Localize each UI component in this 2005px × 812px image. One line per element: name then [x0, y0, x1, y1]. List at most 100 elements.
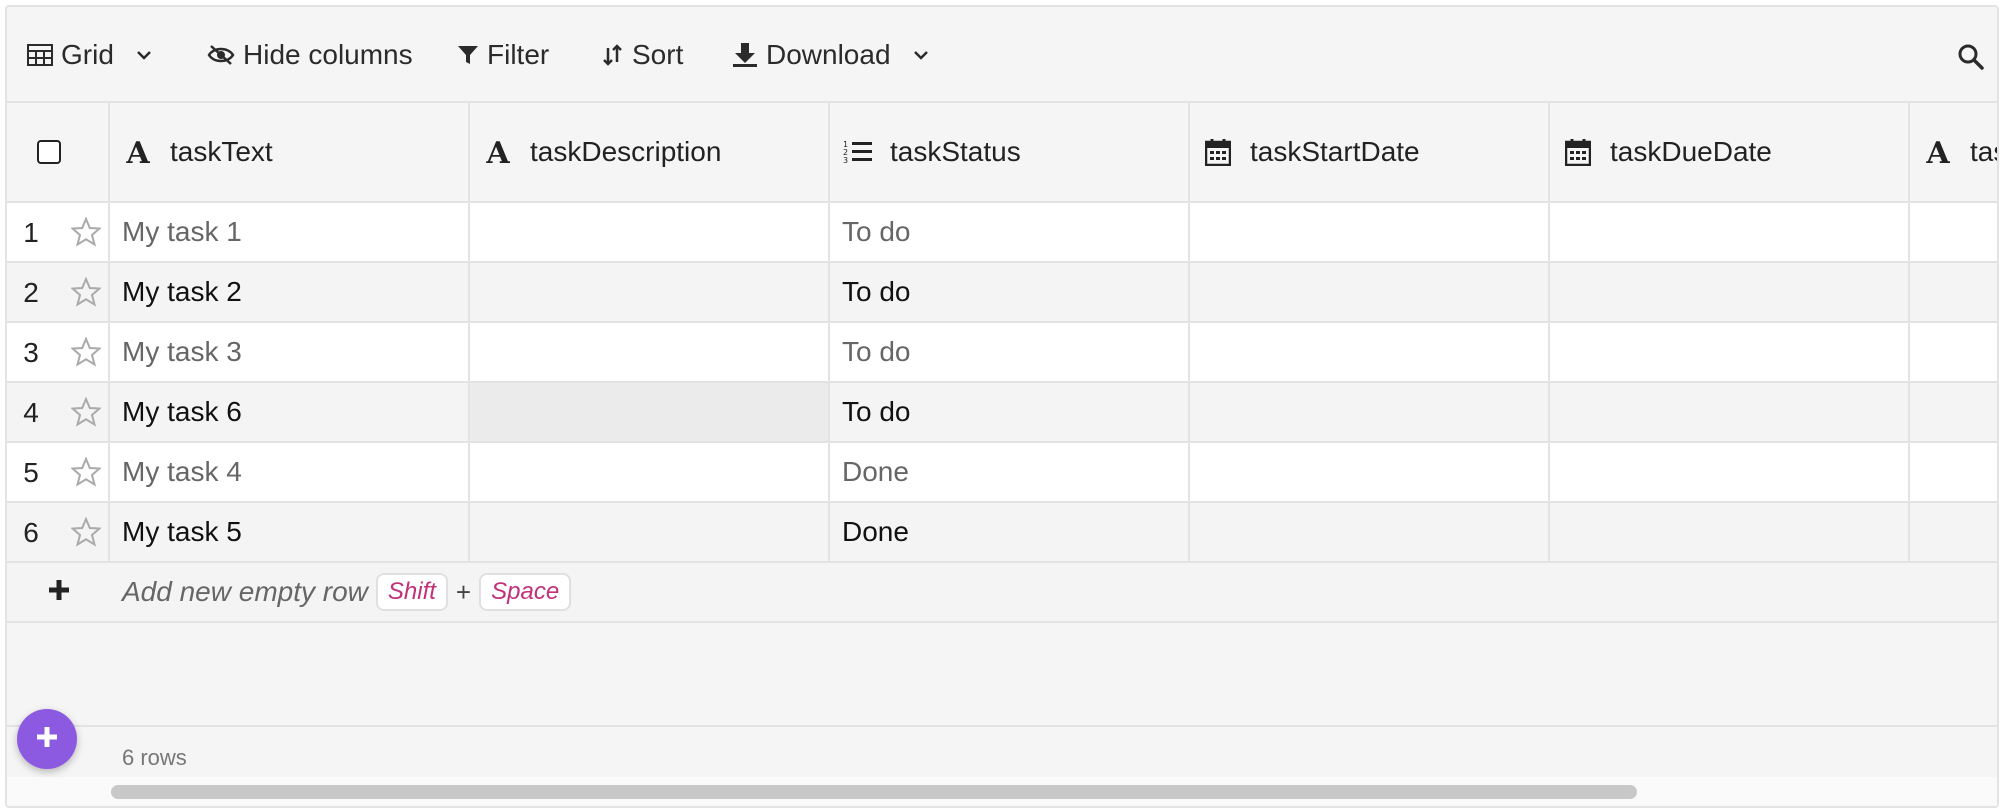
- download-icon: [732, 42, 758, 68]
- svg-text:3: 3: [843, 156, 848, 165]
- row-count: 6 rows: [122, 745, 187, 770]
- add-row-button[interactable]: [7, 563, 110, 621]
- text-type-icon: A: [480, 138, 516, 166]
- cell-taskDescription[interactable]: [470, 503, 830, 561]
- column-header-label: taskText: [170, 136, 273, 167]
- star-icon[interactable]: [69, 456, 103, 494]
- shift-key-badge: Shift: [375, 573, 448, 611]
- cell-partial[interactable]: [1910, 503, 1997, 561]
- cell-taskStatus[interactable]: To do: [830, 383, 1190, 441]
- star-icon[interactable]: [69, 216, 103, 254]
- cell-taskDueDate[interactable]: [1550, 323, 1910, 381]
- cell-taskDueDate[interactable]: [1550, 263, 1910, 321]
- search-icon: [1957, 43, 1985, 71]
- hide-columns-button[interactable]: Hide columns: [207, 35, 413, 75]
- table-row[interactable]: 5 My task 4 Done: [7, 443, 1997, 503]
- cell-taskText[interactable]: My task 6: [110, 383, 470, 441]
- row-number: 3: [23, 337, 39, 368]
- cell-partial[interactable]: [1910, 323, 1997, 381]
- row-number: 5: [23, 457, 39, 488]
- cell-taskStatus[interactable]: To do: [830, 323, 1190, 381]
- plus-icon: [35, 725, 59, 754]
- row-number-cell: 6: [7, 503, 110, 561]
- filter-label: Filter: [487, 39, 550, 70]
- table-row[interactable]: 4 My task 6 To do: [7, 383, 1997, 443]
- row-number: 6: [23, 517, 39, 548]
- column-header-taskDueDate[interactable]: taskDueDate: [1550, 103, 1910, 201]
- add-record-fab[interactable]: [17, 709, 77, 769]
- row-number: 4: [23, 397, 39, 428]
- search-button[interactable]: [1957, 37, 1985, 77]
- hide-columns-label: Hide columns: [243, 39, 413, 70]
- column-header-taskStatus[interactable]: 123 taskStatus: [830, 103, 1190, 201]
- cell-taskStartDate[interactable]: [1190, 443, 1550, 501]
- select-all-cell: [7, 103, 110, 201]
- cell-partial[interactable]: [1910, 443, 1997, 501]
- star-icon[interactable]: [69, 516, 103, 554]
- horizontal-scrollbar-thumb[interactable]: [111, 785, 1637, 799]
- footer-divider: [7, 725, 1997, 727]
- add-empty-row-link[interactable]: Add new empty row Shift + Space: [122, 563, 572, 621]
- row-number: 2: [23, 277, 39, 308]
- star-icon[interactable]: [69, 336, 103, 374]
- cell-taskDescription[interactable]: [470, 323, 830, 381]
- cell-taskStartDate[interactable]: [1190, 203, 1550, 261]
- table-row[interactable]: 6 My task 5 Done: [7, 503, 1997, 563]
- cell-partial[interactable]: [1910, 383, 1997, 441]
- cell-taskStartDate[interactable]: [1190, 263, 1550, 321]
- cell-taskDescription[interactable]: [470, 443, 830, 501]
- row-number: 1: [23, 217, 39, 248]
- column-header-partial[interactable]: A tas: [1910, 103, 1997, 201]
- cell-taskStatus[interactable]: Done: [830, 443, 1190, 501]
- text-type-icon: A: [1920, 138, 1956, 166]
- download-button[interactable]: Download: [732, 35, 929, 75]
- cell-taskText[interactable]: My task 5: [110, 503, 470, 561]
- sort-icon: [602, 44, 624, 66]
- cell-taskStartDate[interactable]: [1190, 383, 1550, 441]
- star-icon[interactable]: [69, 396, 103, 434]
- select-all-checkbox[interactable]: [36, 140, 61, 164]
- cell-taskDescription[interactable]: [470, 263, 830, 321]
- eye-slash-icon: [207, 44, 235, 66]
- cell-taskStartDate[interactable]: [1190, 323, 1550, 381]
- chevron-down-icon: [913, 50, 929, 60]
- download-label: Download: [766, 39, 891, 70]
- cell-taskDescription[interactable]: [470, 383, 830, 441]
- table-row[interactable]: 1 My task 1 To do: [7, 203, 1997, 263]
- cell-taskText[interactable]: My task 1: [110, 203, 470, 261]
- plus-icon: [48, 579, 70, 606]
- filter-button[interactable]: Filter: [457, 35, 549, 75]
- cell-partial[interactable]: [1910, 263, 1997, 321]
- cell-partial[interactable]: [1910, 203, 1997, 261]
- row-number-cell: 5: [7, 443, 110, 501]
- table-row[interactable]: 2 My task 2 To do: [7, 263, 1997, 323]
- cell-taskStatus[interactable]: To do: [830, 263, 1190, 321]
- cell-taskDueDate[interactable]: [1550, 443, 1910, 501]
- column-header-label: taskStartDate: [1250, 136, 1420, 167]
- column-header-taskDescription[interactable]: A taskDescription: [470, 103, 830, 201]
- ordered-list-icon: 123: [840, 139, 876, 165]
- table-icon: [27, 44, 53, 66]
- sort-button[interactable]: Sort: [602, 35, 683, 75]
- cell-taskText[interactable]: My task 4: [110, 443, 470, 501]
- table-row[interactable]: 3 My task 3 To do: [7, 323, 1997, 383]
- cell-taskDescription[interactable]: [470, 203, 830, 261]
- cell-taskDueDate[interactable]: [1550, 203, 1910, 261]
- column-header-taskStartDate[interactable]: taskStartDate: [1190, 103, 1550, 201]
- grid-view-panel: Grid Hide columns Filter Sort Download A…: [5, 5, 1999, 808]
- toolbar: Grid Hide columns Filter Sort Download: [7, 7, 1997, 103]
- view-selector-button[interactable]: Grid: [27, 35, 152, 75]
- cell-taskStatus[interactable]: Done: [830, 503, 1190, 561]
- cell-taskDueDate[interactable]: [1550, 503, 1910, 561]
- column-header-row: A taskText A taskDescription 123 taskSta…: [7, 103, 1997, 203]
- cell-taskDueDate[interactable]: [1550, 383, 1910, 441]
- column-header-taskText[interactable]: A taskText: [110, 103, 470, 201]
- text-type-icon: A: [120, 138, 156, 166]
- star-icon[interactable]: [69, 276, 103, 314]
- cell-taskStatus[interactable]: To do: [830, 203, 1190, 261]
- calendar-icon: [1200, 138, 1236, 166]
- cell-taskText[interactable]: My task 2: [110, 263, 470, 321]
- cell-taskStartDate[interactable]: [1190, 503, 1550, 561]
- row-number-cell: 2: [7, 263, 110, 321]
- cell-taskText[interactable]: My task 3: [110, 323, 470, 381]
